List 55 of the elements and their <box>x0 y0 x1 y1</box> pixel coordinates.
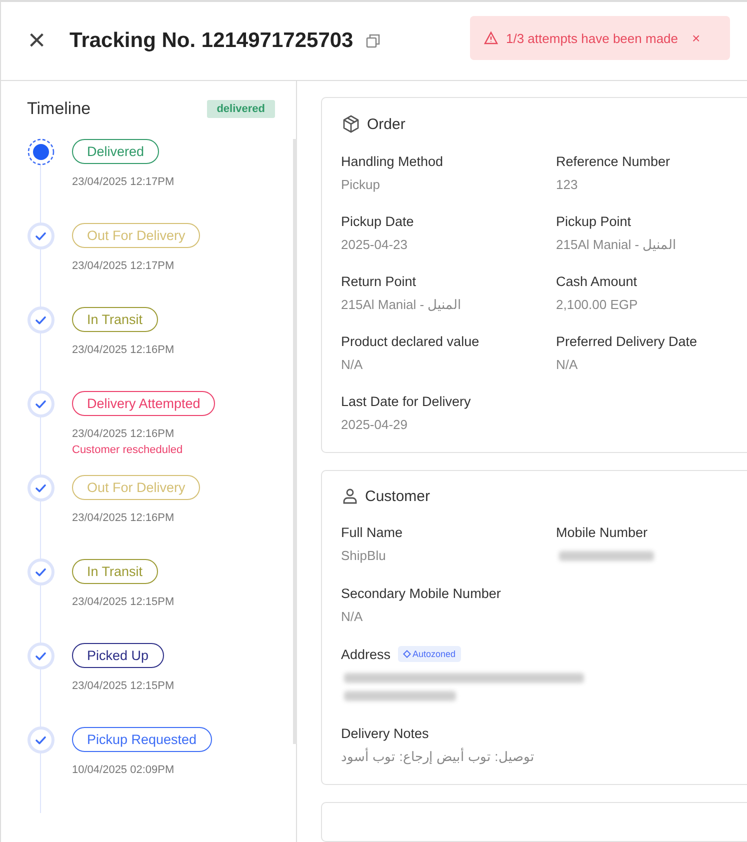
field-label: Return Point <box>341 274 416 289</box>
field-label: Address <box>341 646 391 662</box>
event-time: 23/04/2025 12:17PM <box>72 260 174 272</box>
field-label: Last Date for Delivery <box>341 394 471 409</box>
field-value: N/A <box>341 609 364 624</box>
timeline-title: Timeline <box>27 99 91 119</box>
card-title: Customer <box>365 488 430 504</box>
event-time: 23/04/2025 12:15PM <box>72 596 174 608</box>
field-label: Preferred Delivery Date <box>556 334 698 349</box>
field-value: 2,100.00 EGP <box>556 297 639 312</box>
alert-message: 1/3 attempts have been made <box>506 30 678 46</box>
event-time: 10/04/2025 02:09PM <box>72 764 174 776</box>
field-value: 123 <box>556 177 579 192</box>
close-icon[interactable]: × <box>28 26 46 56</box>
field-label: Reference Number <box>556 154 670 169</box>
field-value: 215Al Manial - المنيل <box>556 237 678 252</box>
event-note: Customer rescheduled <box>72 444 183 456</box>
page-title: Tracking No. 1214971725703 <box>70 29 354 53</box>
box-icon <box>341 114 361 134</box>
status-pill: Picked Up <box>72 643 164 668</box>
event-time: 23/04/2025 12:15PM <box>72 680 174 692</box>
field-label: Cash Amount <box>556 274 638 289</box>
field-value: Pickup <box>341 177 382 192</box>
event-time: 23/04/2025 12:16PM <box>72 428 174 440</box>
field-value: N/A <box>556 357 579 372</box>
event-time: 23/04/2025 12:17PM <box>72 176 174 188</box>
autozoned-badge: Autozoned <box>398 646 461 662</box>
event-time: 23/04/2025 12:16PM <box>72 512 174 524</box>
status-pill: In Transit <box>72 307 158 332</box>
status-pill: Out For Delivery <box>72 223 200 248</box>
field-value: 215Al Manial - المنيل <box>341 297 463 312</box>
field-value: 2025-04-23 <box>341 237 408 252</box>
status-pill: Delivered <box>72 139 160 164</box>
field-value: 2025-04-29 <box>341 417 408 432</box>
card-title: Order <box>367 116 406 132</box>
field-label: Pickup Point <box>556 214 632 229</box>
field-value: ShipBlu <box>341 548 387 563</box>
copy-icon[interactable] <box>365 33 382 49</box>
field-label: Full Name <box>341 525 403 540</box>
status-pill: In Transit <box>72 559 158 584</box>
field-label: Handling Method <box>341 154 444 169</box>
field-value: N/A <box>341 357 364 372</box>
status-pill: Out For Delivery <box>72 475 200 500</box>
status-pill: Delivery Attempted <box>72 391 216 416</box>
status-badge: delivered <box>206 100 275 118</box>
warning-icon <box>484 31 498 45</box>
field-label: Delivery Notes <box>341 726 429 741</box>
status-pill: Pickup Requested <box>72 727 212 752</box>
field-label: Secondary Mobile Number <box>341 586 501 601</box>
event-time: 23/04/2025 12:16PM <box>72 344 174 356</box>
user-icon <box>341 487 359 505</box>
field-label: Product declared value <box>341 334 480 349</box>
field-value: توصيل: توب أبيض إرجاع: توب أسود <box>341 749 536 764</box>
field-label: Mobile Number <box>556 525 648 540</box>
field-label: Pickup Date <box>341 214 414 229</box>
